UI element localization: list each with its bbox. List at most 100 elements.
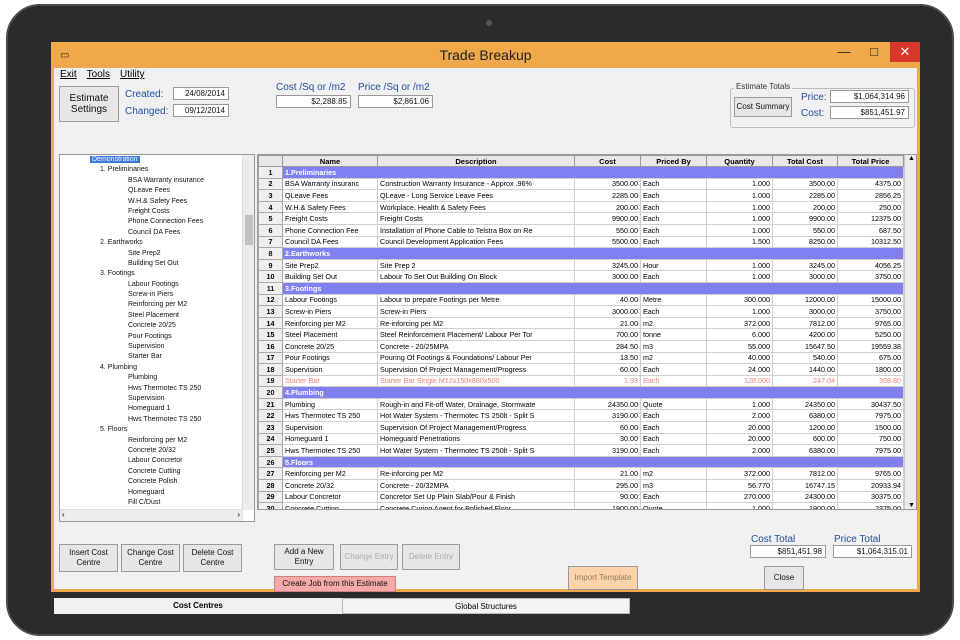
table-row[interactable]: 9 Site Prep2 Site Prep 2 3245.00 Hour 1.000 32… [258,258,904,272]
tree-node[interactable]: Concrete Cutting [60,467,243,477]
tree-scroll-thumb[interactable] [245,215,253,245]
table-row[interactable]: 3 QLeave Fees QLeave - Long Service Leave … [258,189,904,202]
tab-global-structures[interactable]: Global Structures [342,598,630,614]
tree-node[interactable]: W.H.& Safety Fees [60,197,243,207]
column-header[interactable]: Quantity [706,155,773,167]
tree-horizontal-scrollbar[interactable]: ‹ › [60,509,243,521]
column-header[interactable]: Cost [574,155,641,167]
insert-cost-centre-button[interactable]: Insert Cost Centre [59,544,118,572]
table-row[interactable]: 7 Council DA Fees Council Development Appl… [258,235,904,249]
tree-node[interactable]: Council DA Fees [60,228,243,238]
table-row[interactable]: 27 Reinforcing per M2 Re-inforcing per M2 2… [258,467,904,481]
tree-node[interactable]: Screw-in Piers [60,290,243,300]
tree-node[interactable]: Hws Thermotec TS 250 [60,415,243,425]
tree-node[interactable]: Building Set Out [60,259,243,269]
tree-node[interactable]: Labour Footings [60,280,243,290]
menu-exit[interactable]: Exit [60,69,77,82]
table-row[interactable]: 25 Hws Thermotec TS 250 Hot Water System -… [258,444,904,457]
changed-date-field[interactable]: 09/12/2014 [173,104,229,117]
column-header[interactable]: Priced By [640,155,707,167]
created-date-field[interactable]: 24/08/2014 [173,87,229,100]
scroll-down-icon[interactable]: ▼ [908,502,915,509]
close-button[interactable]: Close [764,566,804,590]
table-row[interactable]: 28 Concrete 20/32 Concrete - 20/32MPA 295.0… [258,479,904,492]
table-row[interactable]: 14 Reinforcing per M2 Re-inforcing per M2 2… [258,316,904,330]
tree-node[interactable]: Demonstration [60,155,243,165]
table-row[interactable]: 2 BSA Warranty insuranc Construction Warra… [258,177,904,191]
tree-node[interactable]: Plumbing [60,373,243,383]
import-template-button[interactable]: Import Template [568,566,638,590]
close-icon[interactable]: ✕ [890,42,920,62]
table-row[interactable]: 19 Starter Bar Starter Bar Single M12x150x… [258,374,904,388]
column-header[interactable]: Description [377,155,575,167]
table-row[interactable]: 12 Labour Footings Labour to prepare Footi… [258,293,904,307]
maximize-icon[interactable]: □ [860,42,888,62]
tree-node[interactable]: 4. Plumbing [60,363,243,373]
table-row[interactable]: 30 Concrete Cutting Concrete Curing Agent … [258,502,904,509]
table-row[interactable]: 18 Supervision Supervision Of Project Mana… [258,363,904,376]
tree-node[interactable]: 3. Footings [60,269,243,279]
tree-node[interactable]: Concrete 20/25 [60,321,243,331]
tree-node[interactable]: 5. Floors [60,425,243,435]
table-row[interactable]: 17 Pour Footings Pouring Of Footings & Fou… [258,351,904,365]
table-row[interactable]: 26 5.Floors [258,455,904,469]
grid-vertical-scrollbar[interactable]: ▲ ▼ [904,155,916,509]
tree-node[interactable]: Reinforcing per M2 [60,300,243,310]
tree-node[interactable]: Hws Thermotec TS 250 [60,384,243,394]
tree-node[interactable]: Homeguard 1 [60,404,243,414]
tree-node[interactable]: QLeave Fees [60,186,243,196]
table-row[interactable]: 1 1.Preliminaries [258,166,904,179]
change-cost-centre-button[interactable]: Change Cost Centre [121,544,180,572]
tree-node[interactable]: BSA Warranty insurance [60,176,243,186]
column-header[interactable]: Total Cost [772,155,838,167]
table-row[interactable]: 20 4.Plumbing [258,386,904,399]
trade-grid[interactable]: Name Description Cost Priced By Quantity Tota… [257,154,917,510]
tree-node[interactable]: 1. Preliminaries [60,165,243,175]
tree-node[interactable]: Concrete Polish [60,477,243,487]
delete-cost-centre-button[interactable]: Delete Cost Centre [183,544,242,572]
menu-utility[interactable]: Utility [120,69,144,82]
tree-node[interactable]: Homeguard [60,488,243,498]
cost-centre-tree[interactable]: Demonstration 1. Preliminaries BSA Warrant… [59,154,255,522]
tree-node[interactable]: Supervision [60,342,243,352]
table-row[interactable]: 5 Freight Costs Freight Costs 9900.00 Each 1.… [258,212,904,225]
tree-node[interactable]: Fill C/Dust [60,498,243,508]
column-header[interactable]: Total Price [837,155,904,167]
tree-node[interactable]: Labour Concretor [60,456,243,466]
table-row[interactable]: 22 Hws Thermotec TS 250 Hot Water System -… [258,409,904,423]
table-row[interactable]: 15 Steel Placement Steel Reinforcement Pla… [258,328,904,341]
table-row[interactable]: 6 Phone Connection Fee Installation of Pho… [258,223,904,237]
table-row[interactable]: 10 Building Set Out Labour To Set Out Buil… [258,270,904,283]
table-row[interactable]: 16 Concrete 20/25 Concrete - 20/25MPA 284.5… [258,339,904,353]
add-entry-button[interactable]: Add a New Entry [274,544,334,570]
column-header[interactable] [258,155,283,167]
table-row[interactable]: 11 3.Footings [258,281,904,295]
minimize-icon[interactable]: — [830,42,858,62]
table-row[interactable]: 24 Homeguard 1 Homeguard Penetrations 30.00… [258,432,904,446]
tree-node[interactable]: Freight Costs [60,207,243,217]
estimate-settings-button[interactable]: Estimate Settings [59,86,119,122]
scroll-up-icon[interactable]: ▲ [908,155,915,162]
table-row[interactable]: 13 Screw-in Piers Screw-in Piers 3000.00 Eac… [258,305,904,318]
tree-node[interactable]: Steel Placement [60,311,243,321]
tree-node[interactable]: Starter Bar [60,352,243,362]
tree-node[interactable]: Phone Connection Fees [60,217,243,227]
menu-tools[interactable]: Tools [87,69,110,82]
column-header[interactable]: Name [282,155,378,167]
cost-summary-button[interactable]: Cost Summary [734,97,792,117]
scroll-left-icon[interactable]: ‹ [62,510,65,519]
scroll-right-icon[interactable]: › [237,510,240,519]
table-row[interactable]: 29 Labour Concretor Concretor Set Up Plain… [258,490,904,504]
change-entry-button[interactable]: Change Entry [340,544,398,570]
create-job-button[interactable]: Create Job from this Estimate [274,576,396,592]
tree-node[interactable]: Supervision [60,394,243,404]
tree-vertical-scrollbar[interactable] [242,155,254,510]
table-row[interactable]: 8 2.Earthworks [258,247,904,260]
table-row[interactable]: 23 Supervision Supervision Of Project Mana… [258,421,904,434]
tree-node[interactable]: Concrete 20/32 [60,446,243,456]
table-row[interactable]: 4 W.H.& Safety Fees Workplace, Health & Sa… [258,200,904,214]
tree-node[interactable]: Reinforcing per M2 [60,436,243,446]
tree-node[interactable]: Site Prep2 [60,249,243,259]
delete-entry-button[interactable]: Delete Entry [402,544,460,570]
table-row[interactable]: 21 Plumbing Rough-in and Fit-off Water, Dr… [258,397,904,411]
